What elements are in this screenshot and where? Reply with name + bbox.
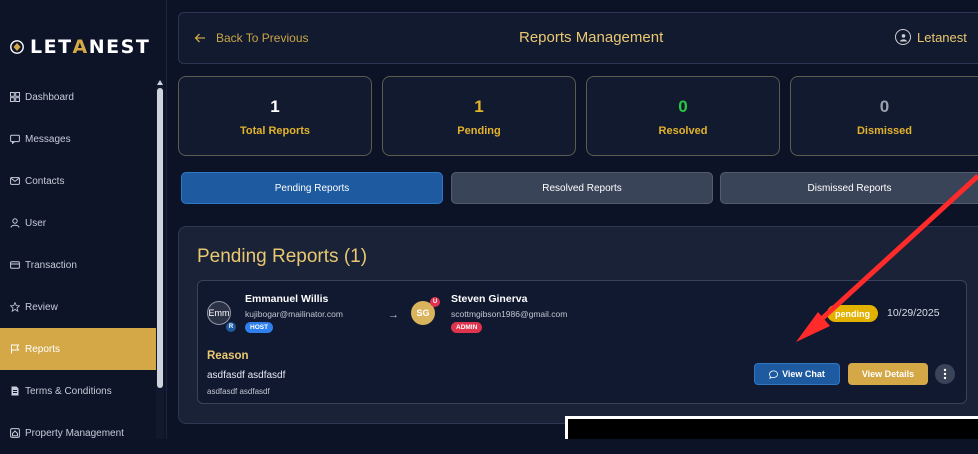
brand-text-nest: NEST [88, 36, 151, 58]
card-icon [10, 261, 20, 269]
redaction-box [565, 416, 978, 439]
reason-text: asdfasdf asdfasdf [207, 370, 286, 381]
scrollbar-thumb[interactable] [157, 88, 163, 388]
reporter-email: kujibogar@mailinator.com [245, 309, 343, 319]
logo-icon [10, 40, 24, 54]
avatar [895, 29, 911, 45]
role-badge-admin: ADMIN [451, 322, 483, 333]
reporter-name: Emmanuel Willis [245, 293, 329, 305]
stat-label: Total Reports [239, 125, 311, 137]
stat-value: 1 [474, 97, 484, 116]
document-icon [11, 386, 19, 396]
stat-label: Pending [457, 125, 501, 137]
stat-value: 0 [879, 97, 890, 116]
tab-dismissed-reports[interactable]: Dismissed Reports [720, 172, 978, 204]
home-icon [10, 428, 20, 438]
role-badge-host: HOST [245, 322, 274, 333]
mail-icon [10, 177, 20, 185]
sidebar-item-contacts[interactable]: Contacts [0, 160, 156, 202]
sidebar-nav: Dashboard Messages Contacts User Transac… [0, 76, 156, 454]
chat-bubble-icon [769, 369, 778, 379]
sidebar-item-terms[interactable]: Terms & Conditions [0, 370, 156, 412]
message-icon [10, 134, 20, 144]
stat-card-resolved: 0 Resolved [586, 76, 780, 156]
stat-label: Resolved [658, 125, 708, 137]
sidebar-item-label: Dashboard [25, 91, 74, 103]
tab-resolved-reports[interactable]: Resolved Reports [451, 172, 713, 204]
section-title: Pending Reports (1) [197, 246, 368, 267]
report-card: Emm R Emmanuel Willis kujibogar@mailinat… [197, 280, 967, 404]
stat-value: 0 [678, 97, 688, 116]
scroll-up-icon[interactable] [157, 80, 163, 85]
reported-user-name: Steven Ginerva [451, 293, 528, 305]
sidebar-item-reports[interactable]: Reports [0, 328, 156, 370]
stat-label: Dismissed [856, 125, 913, 137]
top-header: Back To Previous Reports Management Leta… [178, 12, 978, 64]
arrow-right-icon: → [388, 309, 399, 321]
stat-card-pending: 1 Pending [382, 76, 576, 156]
reason-subtext: asdfasdf asdfasdf [207, 387, 270, 396]
more-options-button[interactable] [935, 364, 955, 384]
stat-value: 1 [270, 97, 280, 116]
view-chat-label: View Chat [782, 369, 825, 379]
sidebar-item-label: Reports [25, 343, 61, 355]
sidebar-item-label: User [25, 217, 47, 229]
sidebar-item-label: Property Management [25, 427, 124, 439]
sidebar-item-label: Transaction [25, 259, 77, 271]
stat-card-dismissed: 0 Dismissed [790, 76, 978, 156]
sidebar-item-label: Review [25, 301, 58, 313]
user-icon [10, 218, 20, 228]
tab-pending-reports[interactable]: Pending Reports [181, 172, 443, 204]
sidebar: LET A NEST Dashboard Messages Contacts Use… [0, 0, 167, 439]
user-name: Letanest [917, 29, 967, 45]
reporter-badge: R [226, 322, 236, 332]
view-details-button[interactable]: View Details [848, 363, 928, 385]
reported-user-badge: U [430, 297, 440, 307]
dashboard-icon [10, 92, 20, 102]
stat-card-total: 1 Total Reports [178, 76, 372, 156]
arrow-left-icon [194, 33, 205, 43]
sidebar-item-label: Messages [25, 133, 71, 145]
brand-logo[interactable]: LET A NEST [10, 36, 150, 58]
user-menu[interactable]: Letanest [895, 29, 967, 45]
sidebar-item-label: Terms & Conditions [25, 385, 112, 397]
sidebar-item-transaction[interactable]: Transaction [0, 244, 156, 286]
view-chat-button[interactable]: View Chat [754, 363, 840, 385]
status-badge: pending [827, 305, 878, 322]
report-date: 10/29/2025 [887, 307, 940, 319]
reporter-avatar: Emm [207, 301, 231, 325]
sidebar-item-messages[interactable]: Messages [0, 118, 156, 160]
sidebar-item-dashboard[interactable]: Dashboard [0, 76, 156, 118]
reason-heading: Reason [207, 350, 249, 362]
back-button[interactable]: Back To Previous [194, 31, 309, 45]
pending-reports-panel: Pending Reports (1) Emm R Emmanuel Willi… [178, 226, 978, 424]
sidebar-item-user[interactable]: User [0, 202, 156, 244]
sidebar-item-label: Contacts [25, 175, 65, 187]
brand-text-let: LET [30, 36, 73, 58]
user-avatar-icon [899, 33, 907, 42]
sidebar-item-review[interactable]: Review [0, 286, 156, 328]
sidebar-item-property-management[interactable]: Property Management [0, 412, 156, 454]
flag-icon [11, 344, 20, 354]
sidebar-scrollbar[interactable] [156, 80, 164, 439]
page-title: Reports Management [519, 29, 664, 46]
reported-user-email: scottmgibson1986@gmail.com [451, 309, 568, 319]
more-vertical-icon [943, 368, 947, 380]
brand-text-a: A [72, 36, 89, 58]
star-icon [10, 302, 20, 312]
back-label: Back To Previous [216, 31, 309, 45]
